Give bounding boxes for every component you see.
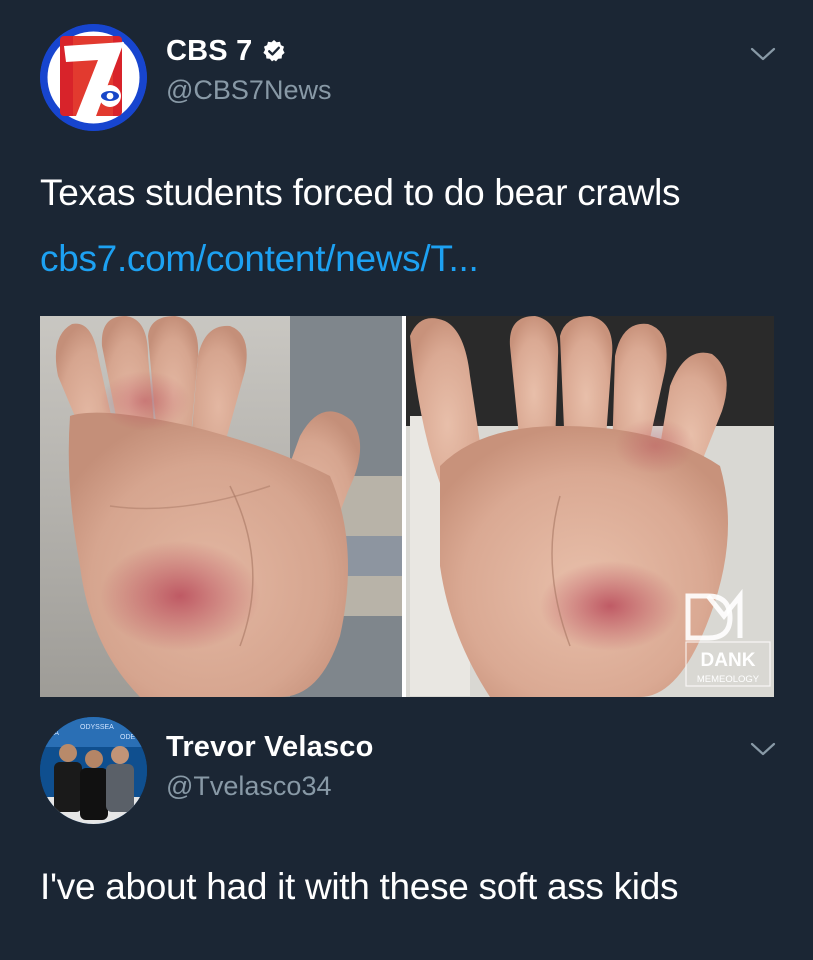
reply-text: I've about had it with these soft ass ki… — [40, 866, 679, 907]
svg-text:ZA: ZA — [50, 730, 59, 737]
tweet-text: Texas students forced to do bear crawls — [40, 172, 681, 213]
reply-author-display-name[interactable]: Trevor Velasco — [166, 731, 374, 764]
author-display-name[interactable]: CBS 7 — [166, 35, 252, 68]
verified-badge-icon — [263, 40, 286, 62]
watermark-line1: DANK — [701, 650, 756, 671]
watermark-line2: MEMEOLOGY — [697, 674, 760, 685]
reply-author-handle[interactable]: @Tvelasco34 — [166, 771, 331, 802]
tweet-media-image[interactable]: DANK MEMEOLOGY — [40, 316, 774, 697]
profile-photo-icon[interactable]: ZA ODYSSEA ODE — [40, 717, 147, 824]
reply-author-name-row[interactable]: Trevor Velasco — [166, 730, 374, 764]
author-handle[interactable]: @CBS7News — [166, 75, 331, 106]
chevron-down-icon[interactable] — [750, 741, 776, 757]
chevron-down-icon[interactable] — [750, 46, 776, 62]
svg-text:ODE: ODE — [120, 734, 136, 741]
svg-text:ODYSSEA: ODYSSEA — [80, 724, 114, 731]
tweet-link[interactable]: cbs7.com/content/news/T... — [40, 238, 479, 280]
cbs7-logo-icon[interactable] — [40, 24, 147, 131]
tweet-screenshot: CBS 7 @CBS7News Texas students forced to… — [0, 0, 813, 960]
author-name-row[interactable]: CBS 7 — [166, 34, 286, 68]
